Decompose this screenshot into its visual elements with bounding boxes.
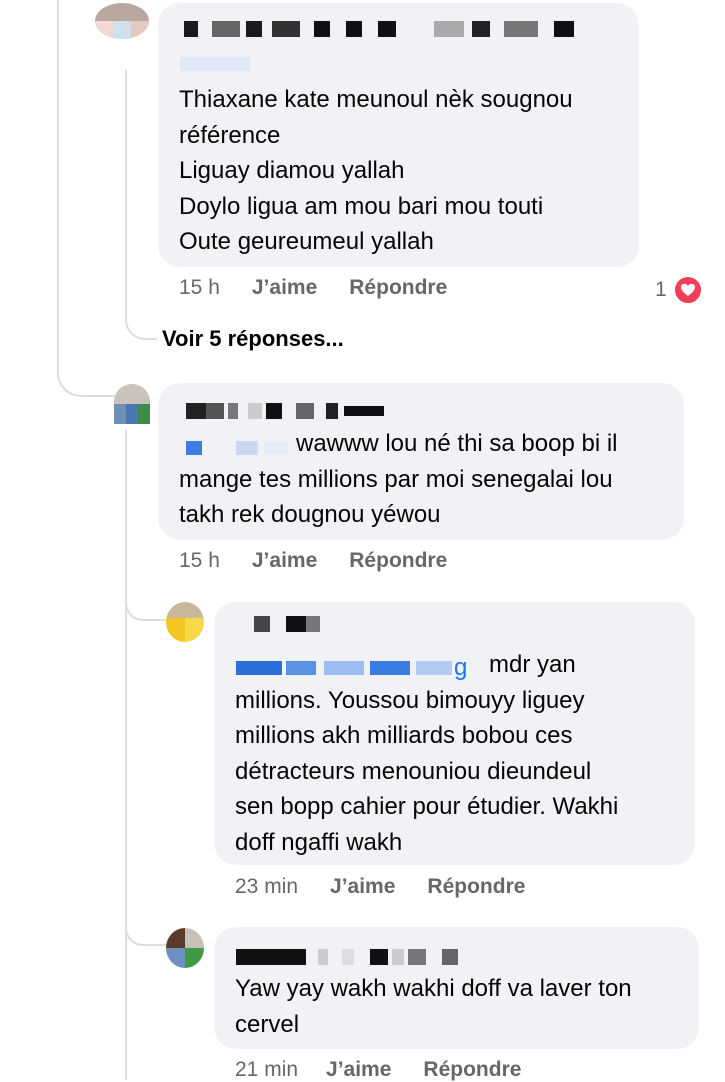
redacted-author-name[interactable] [236,949,458,965]
reaction-summary[interactable]: 1 [655,275,703,305]
see-replies-link[interactable]: Voir 5 réponses... [162,326,344,352]
avatar[interactable] [95,3,149,39]
comment-actions: 23 min J’aime Répondre [235,875,525,899]
reaction-count: 1 [655,278,667,301]
avatar[interactable] [114,384,150,424]
redacted-author-name[interactable] [254,616,320,632]
reply-button[interactable]: Répondre [349,549,447,573]
comment-text: Thiaxane kate meunoul nèk sougnou référe… [179,86,573,255]
comment-bubble: Thiaxane kate meunoul nèk sougnou référe… [158,3,639,267]
comment-text: wawww lou né thi sa boop bi il mange tes… [179,430,618,528]
like-button[interactable]: J’aime [252,276,317,300]
comment-bubble: g mdr yan millions. Youssou bimouyy ligu… [214,602,695,865]
comment-timestamp[interactable]: 21 min [235,1058,298,1082]
comment-timestamp[interactable]: 23 min [235,875,298,899]
comment-timestamp[interactable]: 15 h [179,276,220,300]
comment-actions: 15 h J’aime Répondre [179,276,447,300]
like-button[interactable]: J’aime [326,1058,391,1082]
thread-line [57,0,119,397]
heart-icon [672,275,703,305]
avatar[interactable] [166,602,204,642]
like-button[interactable]: J’aime [252,549,317,573]
redacted-mention[interactable] [180,57,250,71]
thread-line [125,920,167,946]
reply-button[interactable]: Répondre [427,875,525,899]
like-button[interactable]: J’aime [330,875,395,899]
redacted-author-name[interactable] [186,403,384,419]
comment-bubble: Yaw yay wakh wakhi doff va laver ton cer… [214,927,699,1049]
comment-actions: 15 h J’aime Répondre [179,549,447,573]
reply-button[interactable]: Répondre [349,276,447,300]
comment-text: mdr yan millions. Youssou bimouyy liguey… [235,651,619,856]
comment-text: Yaw yay wakh wakhi doff va laver ton cer… [235,975,632,1038]
redacted-author-name[interactable] [184,21,574,37]
thread-line [125,430,127,1080]
thread-line [125,70,157,340]
thread-line [125,595,167,621]
comment-timestamp[interactable]: 15 h [179,549,220,573]
reply-button[interactable]: Répondre [423,1058,521,1082]
comment-bubble: wawww lou né thi sa boop bi il mange tes… [158,383,684,540]
comment-actions: 21 min J’aime Répondre [235,1058,521,1082]
avatar[interactable] [166,928,204,968]
